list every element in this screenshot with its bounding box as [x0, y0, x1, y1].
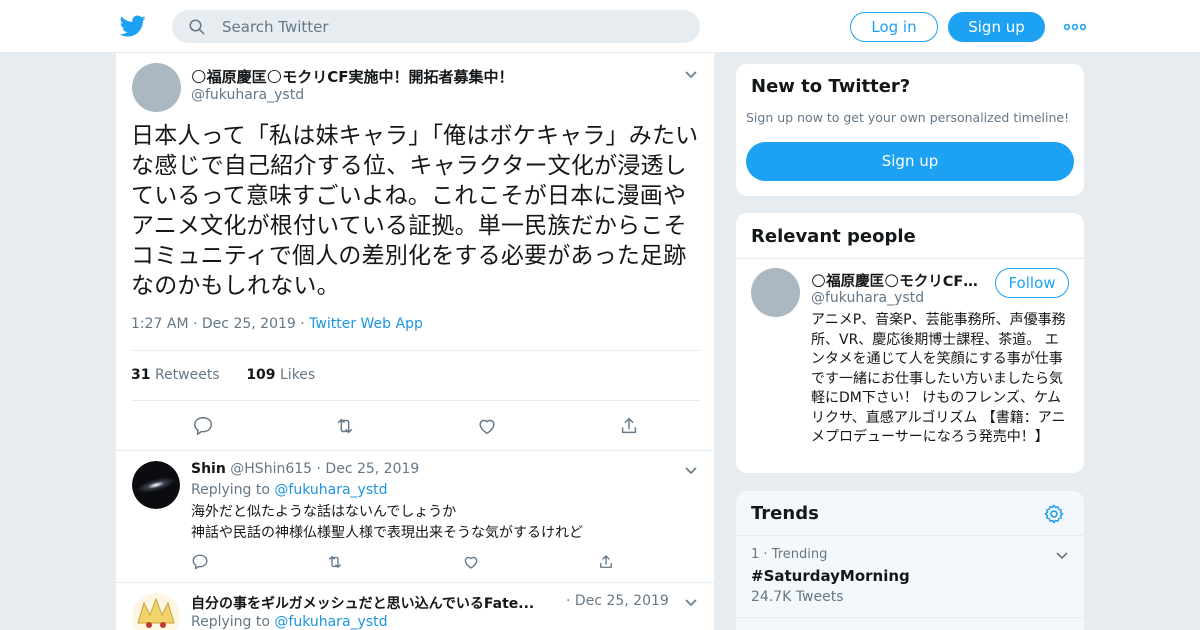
trend-rank: 1	[751, 547, 760, 562]
card-title: New to Twitter?	[751, 76, 911, 97]
person-bio: アニメP、音楽P、芸能事務所、声優事務所、VR、慶応後期博士課程、茶道。 エンタ…	[811, 312, 1066, 445]
retweets-label[interactable]: Retweets	[155, 367, 220, 383]
reply-header: Shin @HShin615 · Dec 25, 2019	[191, 461, 420, 477]
tweet-stats: 31 Retweets 109 Likes	[131, 367, 315, 383]
more-options-icon[interactable]	[1063, 18, 1087, 36]
avatar[interactable]	[132, 63, 181, 112]
twitter-bird-icon[interactable]	[120, 13, 146, 39]
reply-date[interactable]: Dec 25, 2019	[325, 461, 419, 477]
chevron-down-icon[interactable]	[684, 70, 698, 80]
replying-to-link[interactable]: @fukuhara_ystd	[274, 482, 387, 498]
trend-count: 24.7K Tweets	[751, 589, 844, 605]
likes-label[interactable]: Likes	[280, 367, 315, 383]
search-icon	[189, 19, 205, 35]
trends-card: Trends 1 · Trending #SaturdayMorning 24.…	[735, 490, 1085, 630]
retweet-icon[interactable]	[334, 415, 356, 437]
divider	[736, 258, 1084, 259]
card-title: Relevant people	[751, 226, 916, 247]
login-button[interactable]: Log in	[850, 12, 938, 42]
replying-label: Replying to	[191, 482, 270, 498]
reply-icon[interactable]	[191, 553, 209, 571]
divider	[116, 450, 714, 451]
chevron-down-icon[interactable]	[684, 598, 698, 608]
relevant-people-card: Relevant people 🌕福原慶匡🌕モクリCF実施中！開拓者募集中！ @…	[735, 212, 1085, 474]
avatar[interactable]	[132, 593, 180, 630]
avatar[interactable]	[132, 461, 180, 509]
share-icon[interactable]	[618, 415, 640, 437]
chevron-down-icon[interactable]	[1055, 551, 1069, 561]
chevron-down-icon[interactable]	[684, 466, 698, 476]
reply-date-wrap: · Dec 25, 2019	[566, 593, 669, 609]
reply-author-name[interactable]: Shin	[191, 461, 226, 477]
tweet-column: 🌕福原慶匡🌕モクリCF実施中！開拓者募集中！ @fukuhara_ystd 日本…	[115, 53, 715, 630]
replying-to-link[interactable]: @fukuhara_ystd	[274, 614, 387, 630]
divider	[131, 350, 700, 351]
follow-button[interactable]: Follow	[995, 268, 1069, 298]
retweets-count[interactable]: 31	[131, 367, 150, 383]
new-to-twitter-card: New to Twitter? Sign up now to get your …	[735, 63, 1085, 197]
top-bar: Search Twitter Log in Sign up	[0, 0, 1200, 53]
reply-author-name-text[interactable]: 自分の事をギルガメッシュだと思い込んでいるFate...	[191, 596, 534, 612]
reply-author-name[interactable]: 自分の事をギルガメッシュだと思い込んでいるFate...	[191, 593, 561, 613]
divider	[736, 535, 1084, 536]
gear-icon[interactable]	[1043, 503, 1065, 525]
person-name[interactable]: 🌕福原慶匡🌕モクリCF実施中！開拓者募集中！	[811, 270, 991, 291]
reply-text: 神話や民話の神様仏様聖人様で表現出来そうな気がするけれど	[191, 525, 583, 541]
tweet-text: 日本人って「私は妹キャラ」「俺はボケキャラ」みたいな感じで自己紹介する位、キャラ…	[131, 123, 699, 299]
retweet-icon[interactable]	[326, 553, 344, 571]
reply-author-handle[interactable]: @HShin615	[230, 461, 312, 477]
likes-count[interactable]: 109	[246, 367, 275, 383]
divider	[116, 582, 714, 583]
replying-to: Replying to @fukuhara_ystd	[191, 614, 387, 630]
signup-button[interactable]: Sign up	[948, 12, 1045, 42]
tweet-author-name[interactable]: 🌕福原慶匡🌕モクリCF実施中！開拓者募集中！	[191, 66, 514, 87]
tweet-author-handle[interactable]: @fukuhara_ystd	[191, 87, 304, 103]
search-bar[interactable]: Search Twitter	[172, 10, 700, 43]
replying-label: Replying to	[191, 614, 270, 630]
avatar[interactable]	[751, 268, 800, 317]
reply-icon[interactable]	[192, 415, 214, 437]
signup-button[interactable]: Sign up	[746, 142, 1074, 181]
tweet-source[interactable]: Twitter Web App	[309, 316, 423, 332]
trend-meta: 1 · Trending	[751, 547, 828, 562]
share-icon[interactable]	[597, 553, 615, 571]
trend-hashtag[interactable]: #SaturdayMorning	[751, 567, 910, 585]
tweet-time[interactable]: 1:27 AM	[131, 316, 189, 332]
trend-label: Trending	[771, 547, 828, 562]
tweet-date[interactable]: Dec 25, 2019	[202, 316, 296, 332]
person-handle[interactable]: @fukuhara_ystd	[811, 290, 924, 306]
reply-text: 海外だと似たような話はないんでしょうか	[191, 504, 457, 520]
card-title: Trends	[751, 503, 819, 524]
divider	[736, 617, 1084, 618]
like-icon[interactable]	[462, 553, 480, 571]
card-subtitle: Sign up now to get your own personalized…	[746, 110, 1070, 125]
like-icon[interactable]	[476, 415, 498, 437]
tweet-timestamp: 1:27 AM · Dec 25, 2019 · Twitter Web App	[131, 316, 423, 332]
search-input[interactable]: Search Twitter	[222, 18, 329, 36]
divider	[131, 400, 700, 401]
replying-to: Replying to @fukuhara_ystd	[191, 482, 387, 498]
reply-date[interactable]: Dec 25, 2019	[575, 593, 669, 609]
